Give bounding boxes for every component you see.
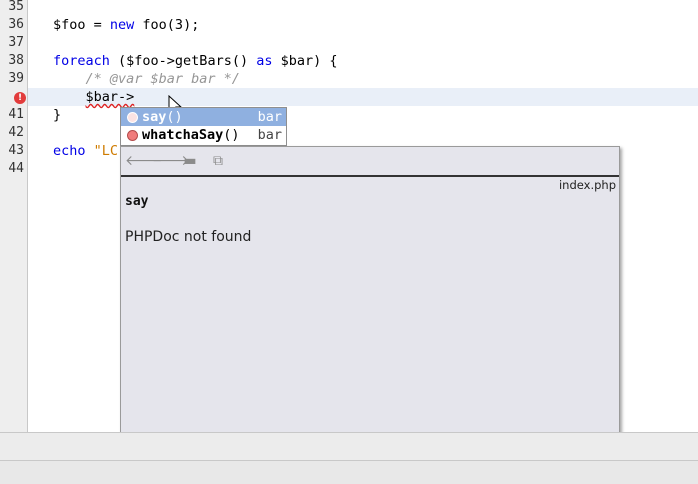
method-icon <box>127 112 138 123</box>
doc-message: PHPDoc not found <box>125 229 252 245</box>
completion-item-whatchasay[interactable]: whatchaSay() bar <box>121 126 286 144</box>
error-icon[interactable]: ! <box>14 92 26 104</box>
forward-arrow-icon[interactable]: 🡒 <box>152 152 190 170</box>
code-line-40: $bar-> <box>53 88 135 106</box>
code-line-38: foreach ($foo->getBars() as $bar) { <box>53 53 338 69</box>
line-number: 44 <box>8 161 24 176</box>
code-line-39: /* @var $bar bar */ <box>53 71 240 87</box>
goto-source-icon[interactable]: ▬ <box>181 152 199 170</box>
ide-status-bar <box>0 460 698 484</box>
code-line-43: echo "LC <box>53 143 119 159</box>
method-icon <box>127 130 138 141</box>
code-line-41: } <box>53 107 62 123</box>
line-number: 37 <box>8 35 24 50</box>
line-number-gutter: 35 36 37 38 39 ! 41 42 43 44 <box>0 0 28 432</box>
code-line-36: $foo = new foo(3); <box>53 17 200 33</box>
line-number: 35 <box>8 0 24 14</box>
editor-status-bar <box>0 432 698 460</box>
line-number: 41 <box>8 107 24 122</box>
line-number: 39 <box>8 71 24 86</box>
doc-file-name: index.php <box>558 178 616 192</box>
error-underline: $bar-> <box>85 89 135 105</box>
back-arrow-icon[interactable]: 🡐 <box>125 152 163 170</box>
doc-member-name: say <box>125 194 149 209</box>
open-in-browser-icon[interactable]: ⧉ <box>209 152 227 170</box>
line-number: 42 <box>8 125 24 140</box>
code-completion-list[interactable]: say() bar whatchaSay() bar <box>120 107 287 146</box>
line-number: 36 <box>8 17 24 32</box>
documentation-popup: 🡐 🡒 ▬ ⧉ index.php say PHPDoc not found <box>120 146 620 446</box>
completion-item-say[interactable]: say() bar <box>121 108 286 126</box>
doc-toolbar: 🡐 🡒 ▬ ⧉ <box>121 147 619 177</box>
line-number: 38 <box>8 53 24 68</box>
line-number: 43 <box>8 143 24 158</box>
